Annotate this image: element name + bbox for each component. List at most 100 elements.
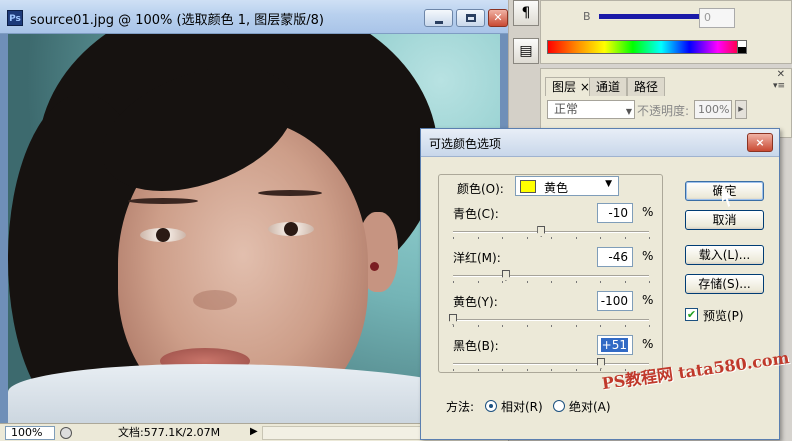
slider-tick: [600, 281, 601, 283]
slider-tick: [526, 237, 528, 239]
slider-tick: [575, 325, 577, 327]
panel-close-icon[interactable]: ✕: [777, 69, 785, 80]
slider-tick: [575, 237, 577, 239]
slider-tick: [477, 325, 479, 327]
slider-tick: [649, 325, 650, 327]
nose-shape: [193, 290, 237, 310]
dialog-close-button[interactable]: ×: [747, 133, 773, 152]
colors-select[interactable]: 黄色 ▼: [515, 176, 619, 196]
color-spectrum[interactable]: [547, 40, 747, 54]
slider-tick: [649, 281, 650, 283]
color-panel: B 0: [540, 0, 792, 64]
slider-label: 洋红(M):: [453, 251, 501, 265]
cancel-button[interactable]: 取消: [685, 210, 764, 230]
slider-tick: [453, 325, 454, 327]
status-menu-arrow-icon[interactable]: ▶: [250, 426, 258, 437]
slider-label: 黄色(Y):: [453, 295, 498, 309]
slider-tick: [551, 237, 552, 239]
slider-tick: [551, 325, 552, 327]
document-title-bar[interactable]: Ps source01.jpg @ 100% (选取颜色 1, 图层蒙版/8) …: [0, 0, 508, 34]
slider-label: 青色(C):: [453, 207, 499, 221]
percent-label: %: [642, 337, 654, 351]
slider-value-field[interactable]: -100: [597, 291, 633, 311]
slider-track[interactable]: [449, 314, 650, 327]
zoom-field[interactable]: 100%: [5, 426, 55, 440]
close-button[interactable]: ✕: [488, 9, 508, 27]
close-icon: ✕: [493, 11, 503, 24]
tab-label: 通道: [596, 80, 621, 94]
slider-tick: [453, 237, 454, 239]
slider-tick: [453, 281, 454, 283]
slider-value-field[interactable]: -46: [597, 247, 633, 267]
document-info: 文档:577.1K/2.07M: [118, 426, 221, 439]
tab-label: 图层: [552, 80, 577, 94]
tab-label: 路径: [634, 80, 659, 94]
slider-tick: [477, 237, 479, 239]
relative-radio[interactable]: [485, 400, 497, 412]
colors-select-value: 黄色: [544, 181, 569, 195]
channel-label: B: [583, 10, 591, 23]
document-icon: ▤: [519, 43, 533, 59]
save-button[interactable]: 存储(S)...: [685, 274, 764, 294]
slider-value: +51: [600, 338, 628, 352]
chevron-down-icon: ▼: [605, 179, 612, 189]
slider-tick: [551, 281, 552, 283]
slider-track[interactable]: [453, 270, 650, 283]
blend-mode-select[interactable]: 正常 ▼: [547, 100, 635, 119]
eyebrow-shape: [258, 190, 322, 196]
photoshop-icon: Ps: [7, 10, 23, 26]
slider-value: -46: [608, 250, 628, 264]
slider-value: -100: [600, 294, 628, 308]
paragraph-panel-button[interactable]: ¶: [513, 0, 539, 26]
slider-tick: [477, 281, 479, 283]
preview-label: 预览(P): [703, 309, 744, 323]
slider-tick: [600, 325, 601, 327]
color-swatch: [520, 180, 536, 193]
slider-value: -10: [608, 206, 628, 220]
tab-paths[interactable]: 路径: [627, 77, 666, 96]
absolute-label: 绝对(A): [569, 400, 611, 414]
minimize-icon: [435, 21, 443, 24]
eye-shape: [140, 228, 186, 242]
minimize-button[interactable]: [424, 9, 453, 27]
method-label: 方法:: [446, 400, 475, 414]
slider-track[interactable]: [453, 358, 650, 371]
relative-label: 相对(R): [501, 400, 543, 414]
slider-tick: [624, 325, 626, 327]
channel-value-field[interactable]: 0: [699, 8, 735, 28]
black-white-swatch[interactable]: [737, 40, 747, 54]
slider-tick: [502, 369, 503, 371]
slider-tick: [624, 237, 626, 239]
slider-tick: [551, 369, 552, 371]
slider-tick: [477, 369, 479, 371]
status-icon[interactable]: [60, 427, 72, 439]
slider-tick: [453, 369, 454, 371]
notes-panel-button[interactable]: ▤: [513, 38, 539, 64]
load-button[interactable]: 载入(L)...: [685, 245, 764, 265]
slider-tick: [575, 369, 577, 371]
slider-label: 黑色(B):: [453, 339, 499, 353]
slider-value-field[interactable]: -10: [597, 203, 633, 223]
tab-channels[interactable]: 通道: [589, 77, 628, 96]
dialog-title-bar[interactable]: 可选颜色选项 ×: [421, 129, 779, 157]
opacity-field[interactable]: 100%: [694, 100, 732, 119]
maximize-button[interactable]: [456, 9, 485, 27]
opacity-label: 不透明度:: [637, 104, 690, 118]
slider-tick: [502, 281, 503, 283]
slider-value-field[interactable]: +51: [597, 335, 633, 355]
slider-tick: [649, 237, 650, 239]
slider-track[interactable]: [453, 226, 650, 239]
close-icon: ×: [755, 136, 765, 149]
slider-tick: [600, 237, 601, 239]
colors-label: 颜色(O):: [457, 182, 504, 196]
slider-tick: [526, 369, 528, 371]
dialog-title: 可选颜色选项: [429, 137, 502, 151]
percent-label: %: [642, 205, 654, 219]
preview-checkbox[interactable]: ✔: [685, 308, 698, 321]
panel-menu-icon[interactable]: ▾≡: [773, 81, 785, 91]
opacity-arrow-icon[interactable]: ▶: [735, 100, 747, 119]
chevron-down-icon: ▼: [625, 107, 632, 116]
absolute-radio[interactable]: [553, 400, 565, 412]
percent-label: %: [642, 293, 654, 307]
document-title: source01.jpg @ 100% (选取颜色 1, 图层蒙版/8): [30, 13, 324, 28]
